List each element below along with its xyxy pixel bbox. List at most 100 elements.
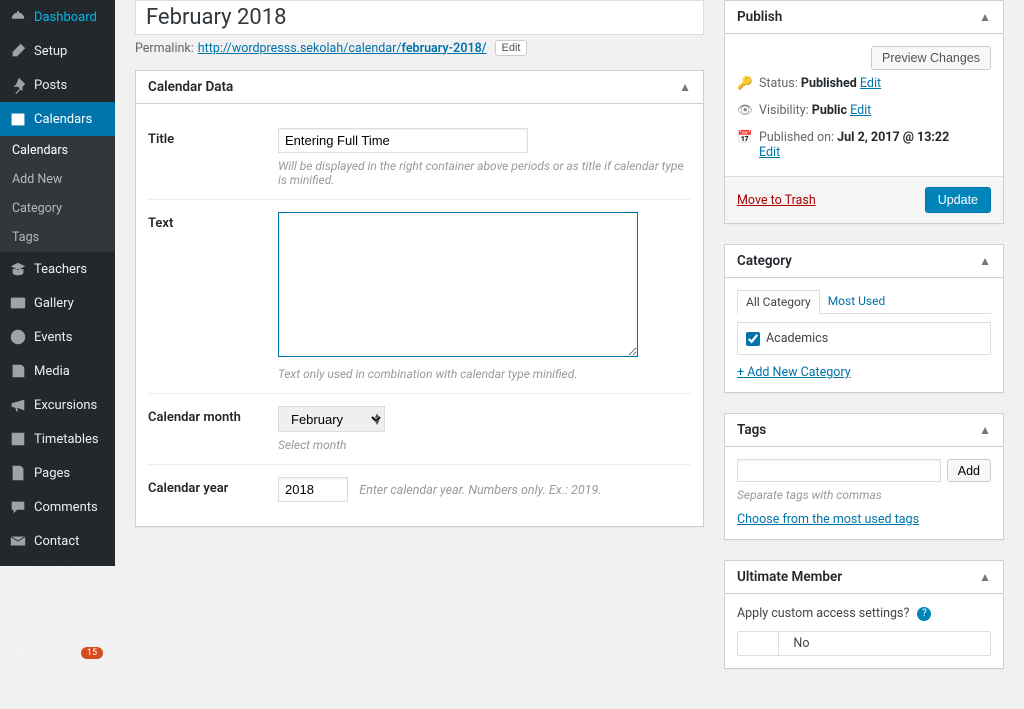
submenu-head: Calendars	[0, 136, 115, 165]
toggle-icon[interactable]: ▲	[979, 423, 991, 437]
tags-heading: Tags	[737, 422, 766, 438]
category-item[interactable]: Academics	[746, 331, 982, 346]
permalink-base[interactable]: http://wordpresss.sekolah/calendar/	[198, 41, 402, 56]
sidebar-item-posts[interactable]: Posts	[0, 68, 115, 102]
submenu-tags[interactable]: Tags	[0, 223, 115, 252]
eye-icon: 👁	[737, 103, 759, 118]
sidebar-item-label: Pages	[34, 466, 70, 481]
toggle-icon[interactable]: ▲	[979, 254, 991, 268]
main-content: February 2018 Permalink: http://wordpres…	[115, 0, 1024, 709]
sidebar-item-media[interactable]: Media	[0, 354, 115, 388]
sidebar-item-contact[interactable]: Contact	[0, 524, 115, 558]
tools-icon	[8, 41, 28, 61]
category-checkbox[interactable]	[746, 332, 760, 346]
date-edit-link[interactable]: Edit	[759, 145, 780, 160]
move-to-trash-link[interactable]: Move to Trash	[737, 193, 816, 208]
month-hint: Select month	[278, 438, 691, 452]
permalink-slug[interactable]: february-2018/	[402, 41, 487, 56]
key-icon: 🔑	[737, 76, 759, 91]
publish-box: Publish ▲ Preview Changes 🔑 Status: Publ…	[724, 0, 1004, 224]
sidebar-item-label: Calendars	[34, 112, 92, 127]
text-textarea[interactable]	[278, 212, 638, 357]
sidebar-item-label: Events	[34, 330, 72, 345]
sidebar-item-calendars[interactable]: Calendars	[0, 102, 115, 136]
permalink-row: Permalink: http://wordpresss.sekolah/cal…	[135, 40, 704, 56]
sidebar-item-label: Setup	[34, 44, 67, 59]
sidebar-item-gallery[interactable]: Gallery	[0, 286, 115, 320]
um-toggle-no[interactable]: No	[778, 632, 823, 655]
sidebar-item-teachers[interactable]: Teachers	[0, 252, 115, 286]
sidebar-item-setup[interactable]: Setup	[0, 34, 115, 68]
toggle-icon[interactable]: ▲	[979, 10, 991, 24]
text-hint: Text only used in combination with calen…	[278, 367, 691, 381]
sidebar-item-timetables[interactable]: Timetables	[0, 422, 115, 456]
help-icon[interactable]: ?	[917, 607, 931, 621]
comment-icon	[8, 497, 28, 517]
calendar-data-box: Calendar Data ▲ Title Will be displayed …	[135, 70, 704, 527]
tags-hint: Separate tags with commas	[737, 488, 991, 502]
sidebar-item-comments[interactable]: Comments	[0, 490, 115, 524]
calendar-data-heading: Calendar Data	[148, 79, 233, 95]
category-box: Category ▲ All Category Most Used Academ…	[724, 244, 1004, 393]
published-on-value: Jul 2, 2017 @ 13:22	[837, 130, 949, 145]
title-box: February 2018	[135, 0, 704, 35]
pin-icon	[8, 75, 28, 95]
title-input[interactable]	[278, 128, 528, 153]
sidebar-item-pages[interactable]: Pages	[0, 456, 115, 490]
month-label: Calendar month	[148, 406, 278, 425]
year-input[interactable]	[278, 477, 348, 502]
tags-input[interactable]	[737, 459, 941, 482]
add-new-category-link[interactable]: + Add New Category	[737, 365, 851, 380]
visibility-edit-link[interactable]: Edit	[850, 103, 871, 118]
year-hint: Enter calendar year. Numbers only. Ex.: …	[359, 483, 601, 498]
gallery-icon	[8, 293, 28, 313]
dashboard-icon	[8, 7, 28, 27]
category-item-label: Academics	[766, 331, 828, 346]
sidebar-item-events[interactable]: Events	[0, 320, 115, 354]
title-hint: Will be displayed in the right container…	[278, 159, 691, 187]
page-icon	[8, 463, 28, 483]
globe-icon	[8, 327, 28, 347]
sidebar-item-dashboard[interactable]: Dashboard	[0, 0, 115, 34]
ultimate-member-box: Ultimate Member ▲ Apply custom access se…	[724, 560, 1004, 669]
category-heading: Category	[737, 253, 792, 269]
month-select[interactable]: February	[278, 406, 385, 432]
tab-most-used[interactable]: Most Used	[820, 290, 894, 313]
calendar-icon	[8, 109, 28, 129]
sidebar-item-label: Comments	[34, 500, 98, 515]
sidebar-item-excursions[interactable]: Excursions	[0, 388, 115, 422]
tags-add-button[interactable]: Add	[947, 459, 991, 482]
year-label: Calendar year	[148, 477, 278, 496]
tab-all-category[interactable]: All Category	[737, 290, 820, 314]
sidebar-item-label: Contact	[34, 534, 79, 549]
admin-sidebar: Dashboard Setup Posts Calendars Calendar…	[0, 0, 115, 566]
submenu-add-new[interactable]: Add New	[0, 165, 115, 194]
page-title: February 2018	[146, 5, 693, 30]
permalink-edit-button[interactable]: Edit	[495, 40, 528, 56]
sidebar-item-label: Teachers	[34, 262, 87, 277]
submenu-category[interactable]: Category	[0, 194, 115, 223]
sidebar-item-label: Media	[34, 364, 70, 379]
visibility-value: Public	[812, 103, 847, 118]
sidebar-item-label: Excursions	[34, 398, 97, 413]
status-edit-link[interactable]: Edit	[860, 76, 881, 91]
update-button[interactable]: Update	[925, 187, 991, 213]
category-list: Academics	[737, 322, 991, 355]
grid-icon	[8, 429, 28, 449]
mail-icon	[8, 531, 28, 551]
calendar-icon: 📅	[737, 130, 759, 145]
um-toggle[interactable]: No	[737, 631, 991, 656]
permalink-label: Permalink:	[135, 41, 194, 56]
um-question: Apply custom access settings?	[737, 606, 909, 621]
teacher-icon	[8, 259, 28, 279]
publish-heading: Publish	[737, 9, 782, 25]
um-toggle-yes[interactable]	[738, 632, 778, 655]
toggle-icon[interactable]: ▲	[679, 80, 691, 94]
title-label: Title	[148, 128, 278, 147]
status-value: Published	[801, 76, 857, 91]
text-label: Text	[148, 212, 278, 231]
toggle-icon[interactable]: ▲	[979, 570, 991, 584]
preview-button[interactable]: Preview Changes	[871, 46, 991, 70]
choose-tags-link[interactable]: Choose from the most used tags	[737, 512, 919, 527]
sidebar-item-label: Dashboard	[34, 10, 97, 25]
